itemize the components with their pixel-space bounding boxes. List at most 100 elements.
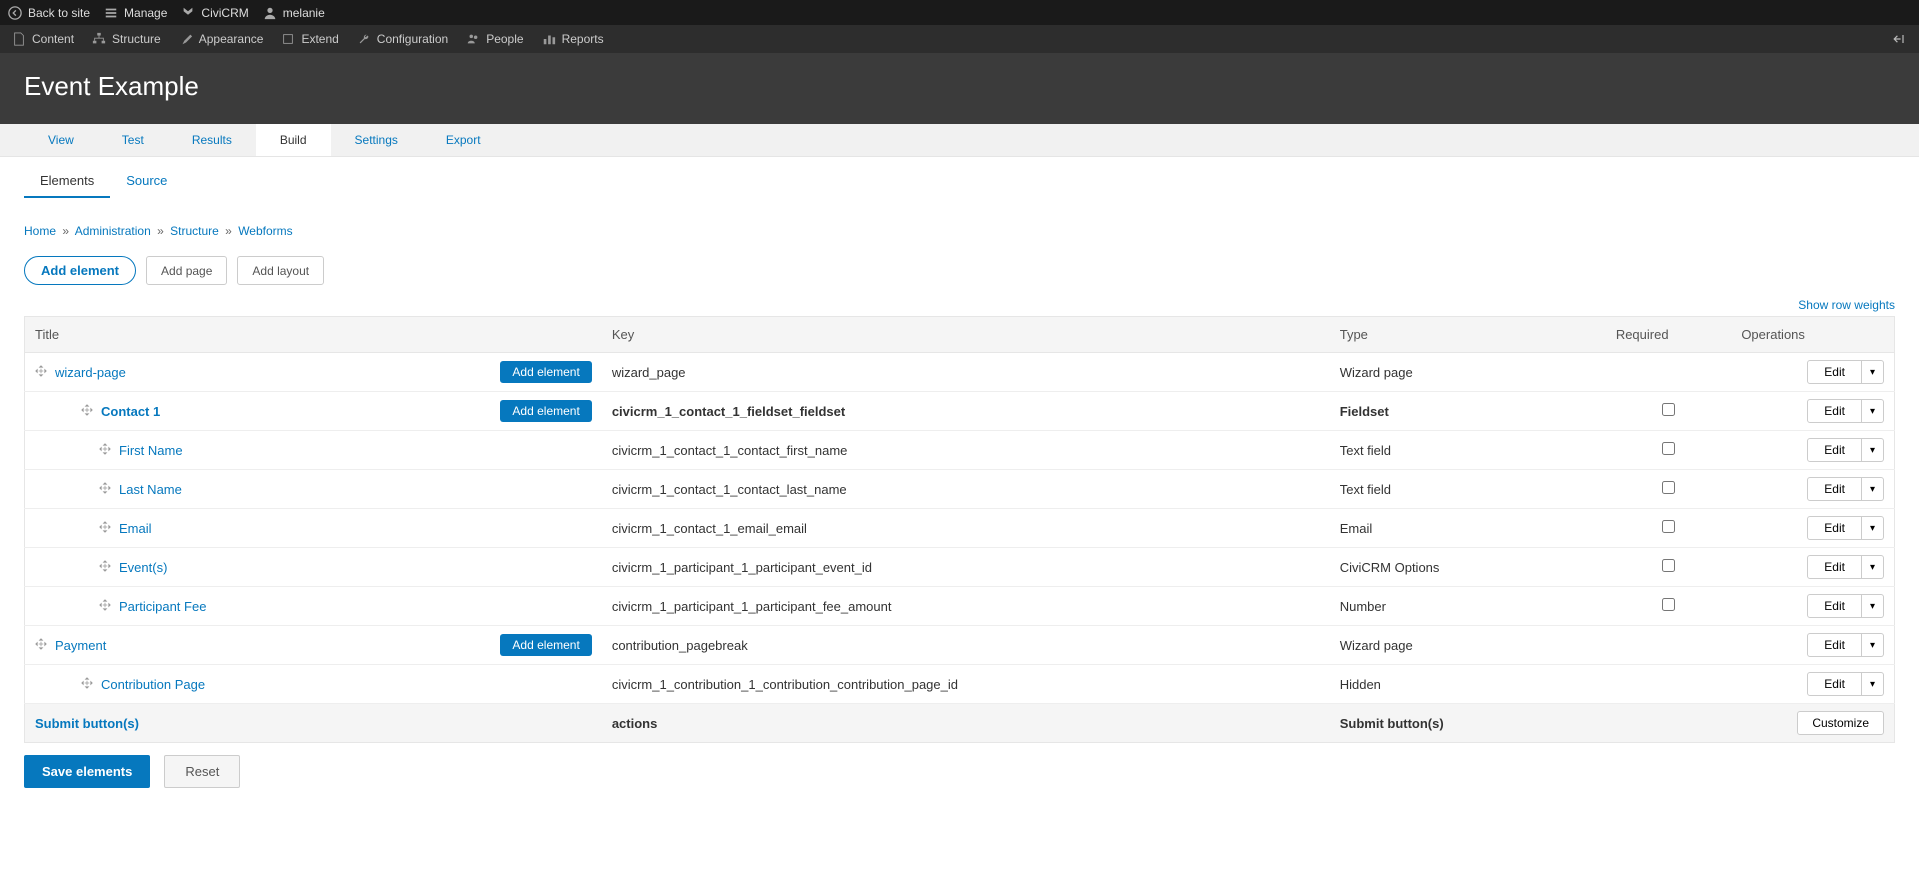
drag-handle-icon[interactable] [81, 676, 93, 692]
element-key: civicrm_1_contact_1_email_email [602, 509, 1330, 548]
crumb-webforms[interactable]: Webforms [238, 224, 292, 238]
required-checkbox[interactable] [1662, 559, 1675, 572]
element-type: Hidden [1330, 665, 1606, 704]
drag-handle-icon[interactable] [35, 637, 47, 653]
drag-handle-icon[interactable] [99, 559, 111, 575]
add-element-inline-button[interactable]: Add element [500, 634, 591, 656]
element-title-link[interactable]: Email [119, 521, 152, 536]
civicrm-icon [181, 6, 195, 20]
header-required: Required [1606, 317, 1732, 353]
required-checkbox[interactable] [1662, 442, 1675, 455]
edit-dropdown-toggle[interactable]: ▾ [1862, 360, 1884, 384]
element-title-link[interactable]: Participant Fee [119, 599, 206, 614]
collapse-icon[interactable] [1891, 31, 1907, 47]
edit-dropdown-toggle[interactable]: ▾ [1862, 438, 1884, 462]
menu-reports[interactable]: Reports [542, 32, 604, 46]
edit-dropdown-toggle[interactable]: ▾ [1862, 633, 1884, 657]
subtab-source[interactable]: Source [110, 165, 183, 198]
manage-menu[interactable]: Manage [104, 6, 167, 20]
table-row: PaymentAdd elementcontribution_pagebreak… [25, 626, 1895, 665]
add-element-inline-button[interactable]: Add element [500, 361, 591, 383]
tab-build[interactable]: Build [256, 124, 331, 156]
page-header: Event Example [0, 53, 1919, 124]
menu-appearance[interactable]: Appearance [179, 32, 264, 46]
element-title-link[interactable]: Last Name [119, 482, 182, 497]
required-checkbox[interactable] [1662, 403, 1675, 416]
edit-dropdown-toggle[interactable]: ▾ [1862, 477, 1884, 501]
drag-handle-icon[interactable] [99, 520, 111, 536]
edit-dropdown-toggle[interactable]: ▾ [1862, 516, 1884, 540]
table-row: Emailcivicrm_1_contact_1_email_emailEmai… [25, 509, 1895, 548]
crumb-administration[interactable]: Administration [75, 224, 151, 238]
edit-button[interactable]: Edit [1807, 633, 1862, 657]
add-layout-button[interactable]: Add layout [237, 256, 324, 285]
element-title-link[interactable]: Contact 1 [101, 404, 160, 419]
reset-button[interactable]: Reset [164, 755, 240, 788]
edit-button[interactable]: Edit [1807, 477, 1862, 501]
edit-button[interactable]: Edit [1807, 594, 1862, 618]
form-actions: Save elements Reset [24, 755, 1895, 788]
menu-content[interactable]: Content [12, 32, 74, 46]
edit-dropdown-toggle[interactable]: ▾ [1862, 672, 1884, 696]
edit-dropdown-toggle[interactable]: ▾ [1862, 399, 1884, 423]
back-to-site-link[interactable]: Back to site [8, 6, 90, 20]
menu-structure[interactable]: Structure [92, 32, 161, 46]
tab-settings[interactable]: Settings [331, 124, 422, 156]
drag-handle-icon[interactable] [99, 442, 111, 458]
element-title-link[interactable]: Event(s) [119, 560, 167, 575]
action-buttons: Add element Add page Add layout [24, 256, 1895, 285]
submit-title-link[interactable]: Submit button(s) [35, 716, 139, 731]
drag-handle-icon[interactable] [35, 364, 47, 380]
customize-button[interactable]: Customize [1797, 711, 1884, 735]
menu-extend[interactable]: Extend [281, 32, 338, 46]
drag-handle-icon[interactable] [99, 481, 111, 497]
element-type: Wizard page [1330, 353, 1606, 392]
user-menu[interactable]: melanie [263, 6, 325, 20]
edit-button[interactable]: Edit [1807, 516, 1862, 540]
crumb-structure[interactable]: Structure [170, 224, 219, 238]
add-page-button[interactable]: Add page [146, 256, 227, 285]
civicrm-link[interactable]: CiviCRM [181, 6, 248, 20]
required-checkbox[interactable] [1662, 481, 1675, 494]
crumb-home[interactable]: Home [24, 224, 56, 238]
edit-button[interactable]: Edit [1807, 555, 1862, 579]
edit-button[interactable]: Edit [1807, 438, 1862, 462]
element-title-link[interactable]: wizard-page [55, 365, 126, 380]
tab-test[interactable]: Test [98, 124, 168, 156]
element-key: civicrm_1_participant_1_participant_fee_… [602, 587, 1330, 626]
edit-button[interactable]: Edit [1807, 399, 1862, 423]
element-title-link[interactable]: First Name [119, 443, 183, 458]
secondary-tabs: Elements Source [0, 157, 1919, 198]
show-row-weights-link[interactable]: Show row weights [1798, 298, 1895, 312]
edit-button[interactable]: Edit [1807, 672, 1862, 696]
subtab-elements[interactable]: Elements [24, 165, 110, 198]
document-icon [12, 32, 26, 46]
tab-view[interactable]: View [24, 124, 98, 156]
drag-handle-icon[interactable] [81, 403, 93, 419]
element-type: Fieldset [1330, 392, 1606, 431]
elements-table: Title Key Type Required Operations wizar… [24, 316, 1895, 743]
element-key: civicrm_1_participant_1_participant_even… [602, 548, 1330, 587]
content-area: Home » Administration » Structure » Webf… [0, 198, 1919, 812]
required-checkbox[interactable] [1662, 598, 1675, 611]
edit-dropdown-toggle[interactable]: ▾ [1862, 594, 1884, 618]
required-checkbox[interactable] [1662, 520, 1675, 533]
element-key: civicrm_1_contact_1_contact_last_name [602, 470, 1330, 509]
save-elements-button[interactable]: Save elements [24, 755, 150, 788]
row-weights-toggle: Show row weights [24, 297, 1895, 312]
element-title-link[interactable]: Payment [55, 638, 106, 653]
drag-handle-icon[interactable] [99, 598, 111, 614]
edit-dropdown-toggle[interactable]: ▾ [1862, 555, 1884, 579]
add-element-button[interactable]: Add element [24, 256, 136, 285]
submit-type: Submit button(s) [1330, 704, 1606, 743]
tab-export[interactable]: Export [422, 124, 505, 156]
table-row: Last Name civicrm_1_contact_1_contact_las… [25, 470, 1895, 509]
menu-configuration[interactable]: Configuration [357, 32, 448, 46]
menu-people[interactable]: People [466, 32, 523, 46]
element-title-link[interactable]: Contribution Page [101, 677, 205, 692]
people-icon [466, 32, 480, 46]
element-type: Number [1330, 587, 1606, 626]
edit-button[interactable]: Edit [1807, 360, 1862, 384]
add-element-inline-button[interactable]: Add element [500, 400, 591, 422]
tab-results[interactable]: Results [168, 124, 256, 156]
